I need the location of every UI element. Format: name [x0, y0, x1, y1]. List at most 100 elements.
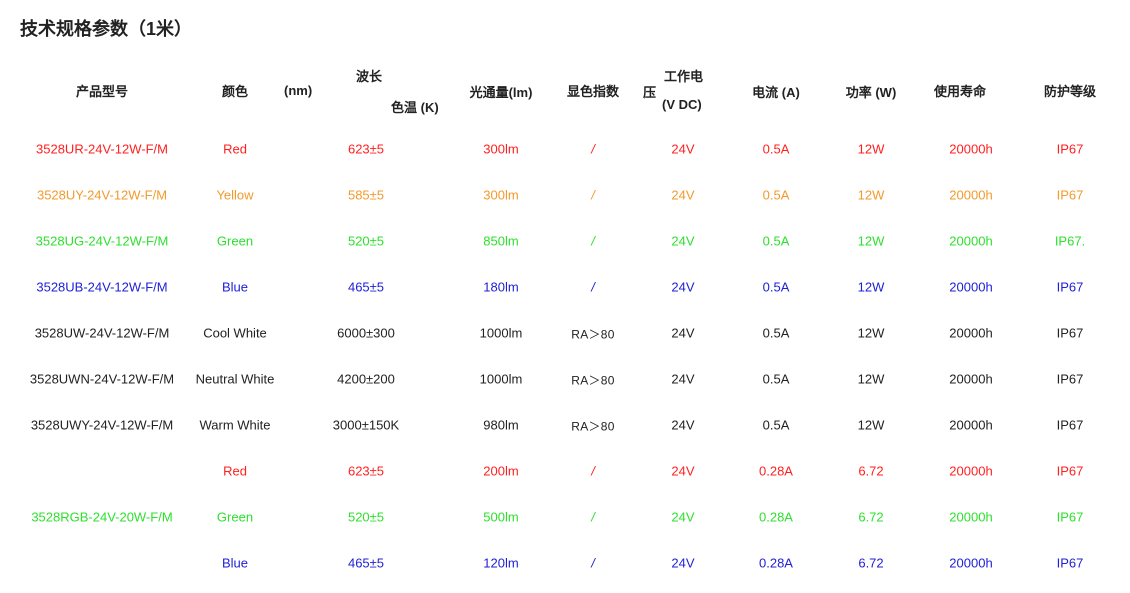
cell-model: 3528UB-24V-12W-F/M [36, 279, 168, 295]
cell-ip: IP67 [1056, 187, 1084, 203]
cell-wl: 585±5 [347, 187, 385, 203]
cell-power: 12W [857, 187, 885, 203]
header-voltage-part2: 压 [643, 85, 657, 100]
cell-life: 20000h [949, 187, 993, 203]
cell-life: 20000h [949, 325, 993, 341]
cell-voltage: 24V [671, 509, 695, 525]
cell-wl: 623±5 [347, 463, 385, 479]
page-title: 技术规格参数（1米） [20, 19, 193, 39]
header-cri: 显色指数 [566, 84, 620, 99]
cell-life: 20000h [949, 417, 993, 433]
cell-flux: 1000lm [479, 325, 523, 341]
cell-life: 20000h [949, 371, 993, 387]
cell-current: 0.5A [762, 233, 790, 249]
cell-wl: 520±5 [347, 233, 385, 249]
cell-ip: IP67 [1056, 371, 1084, 387]
cell-cri: RA＞80 [571, 419, 615, 434]
cell-current: 0.5A [762, 417, 790, 433]
cell-flux: 200lm [483, 463, 519, 479]
cell-cri: / [591, 463, 595, 479]
cell-model: 3528UG-24V-12W-F/M [35, 233, 169, 249]
cell-wl: 465±5 [347, 555, 385, 571]
cell-cri: / [591, 233, 595, 249]
cell-voltage: 24V [671, 463, 695, 479]
header-color: 颜色 [221, 84, 249, 99]
cell-color: Cool White [203, 325, 267, 341]
cell-color: Blue [221, 279, 249, 295]
cell-current: 0.5A [762, 371, 790, 387]
header-voltage-part3: (V DC) [662, 97, 702, 112]
header-voltage-part1: 工作电 [664, 69, 704, 84]
cell-flux: 120lm [483, 555, 519, 571]
cell-life: 20000h [949, 509, 993, 525]
cell-power: 12W [857, 371, 885, 387]
cell-ip: IP67 [1056, 325, 1084, 341]
header-model: 产品型号 [75, 84, 129, 99]
cell-life: 20000h [949, 279, 993, 295]
cell-ip: IP67 [1056, 509, 1084, 525]
cell-model: 3528UWY-24V-12W-F/M [30, 417, 174, 433]
header-current: 电流 (A) [752, 85, 800, 100]
cell-color: Warm White [199, 417, 271, 433]
header-wavelength: 波长 [356, 69, 383, 84]
cell-cri: / [591, 141, 595, 157]
cell-voltage: 24V [671, 555, 695, 571]
header-ip: 防护等级 [1043, 84, 1097, 99]
cell-current: 0.5A [762, 325, 790, 341]
cell-cri: / [591, 279, 595, 295]
cell-voltage: 24V [671, 417, 695, 433]
header-flux: 光通量(lm) [469, 85, 533, 100]
header-power: 功率 (W) [845, 85, 897, 100]
cell-ip: IP67 [1056, 141, 1084, 157]
cell-model: 3528UR-24V-12W-F/M [36, 141, 168, 157]
cell-model: 3528RGB-24V-20W-F/M [31, 509, 173, 525]
cell-current: 0.28A [759, 555, 793, 571]
cell-voltage: 24V [671, 371, 695, 387]
cell-color: Green [216, 233, 254, 249]
cell-flux: 180lm [483, 279, 519, 295]
cell-life: 20000h [949, 233, 993, 249]
cell-flux: 850lm [483, 233, 519, 249]
cell-color: Red [223, 141, 247, 157]
cell-model: 3528UY-24V-12W-F/M [36, 187, 168, 203]
cell-voltage: 24V [671, 233, 695, 249]
cell-voltage: 24V [671, 141, 695, 157]
cell-flux: 500lm [483, 509, 519, 525]
cell-current: 0.5A [762, 187, 790, 203]
cell-flux: 980lm [483, 417, 519, 433]
cell-wl: 3000±150K [332, 417, 400, 433]
cell-cri: / [591, 187, 595, 203]
cell-power: 6.72 [858, 463, 884, 479]
header-life: 使用寿命 [933, 84, 987, 99]
cell-wl: 623±5 [347, 141, 385, 157]
header-nm: (nm) [284, 83, 313, 98]
cell-flux: 300lm [483, 187, 519, 203]
cell-color: Blue [221, 555, 249, 571]
cell-wl: 6000±300 [337, 325, 395, 341]
cell-model: 3528UW-24V-12W-F/M [34, 325, 170, 341]
cell-power: 12W [857, 279, 885, 295]
cell-current: 0.28A [759, 463, 793, 479]
cell-life: 20000h [949, 141, 993, 157]
cell-flux: 300lm [483, 141, 519, 157]
cell-power: 12W [857, 141, 885, 157]
cell-voltage: 24V [671, 187, 695, 203]
cell-current: 0.5A [762, 279, 790, 295]
cell-voltage: 24V [671, 325, 695, 341]
cell-flux: 1000lm [479, 371, 523, 387]
cell-cri: / [591, 555, 595, 571]
cell-voltage: 24V [671, 279, 695, 295]
cell-power: 12W [857, 325, 885, 341]
cell-cri: RA＞80 [571, 373, 615, 388]
cell-wl: 520±5 [347, 509, 385, 525]
cell-power: 12W [857, 233, 885, 249]
cell-ip: IP67. [1054, 233, 1086, 249]
cell-cri: RA＞80 [571, 327, 615, 342]
cell-power: 12W [857, 417, 885, 433]
cell-color: Neutral White [195, 371, 275, 387]
cell-color: Green [216, 509, 254, 525]
cell-current: 0.5A [762, 141, 790, 157]
cell-color: Yellow [216, 187, 254, 203]
cell-wl: 465±5 [347, 279, 385, 295]
cell-power: 6.72 [858, 509, 884, 525]
